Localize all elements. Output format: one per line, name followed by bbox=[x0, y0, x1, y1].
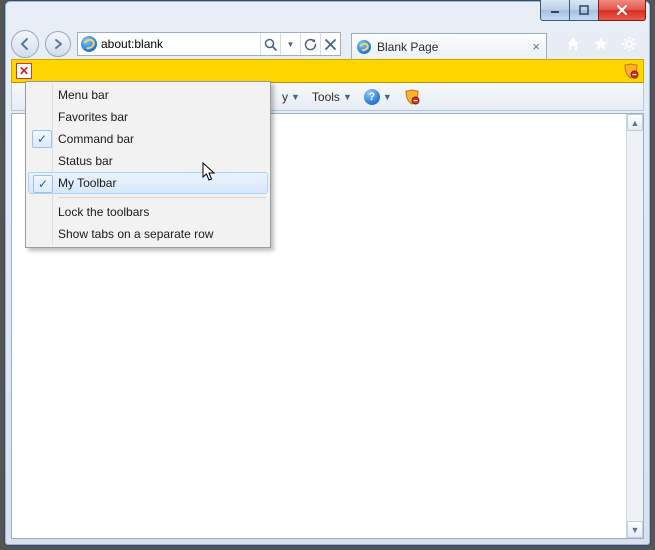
ctx-item-status-bar[interactable]: Status bar bbox=[28, 150, 268, 172]
command-bar-tools[interactable]: Tools ▼ bbox=[308, 88, 356, 106]
ctx-item-label: Favorites bar bbox=[58, 110, 128, 124]
minimize-button[interactable] bbox=[540, 0, 570, 21]
star-icon bbox=[593, 36, 609, 52]
command-bar-shield[interactable] bbox=[400, 87, 424, 107]
my-toolbar-close-button[interactable]: ✕ bbox=[16, 63, 32, 79]
tab-active[interactable]: Blank Page × bbox=[351, 33, 547, 59]
chevron-down-icon: ▼ bbox=[291, 92, 300, 102]
ctx-item-label: Menu bar bbox=[58, 88, 109, 102]
ctx-item-menu-bar[interactable]: Menu bar bbox=[28, 84, 268, 106]
refresh-button[interactable] bbox=[300, 33, 320, 55]
ctx-item-tabs-separate-row[interactable]: Show tabs on a separate row bbox=[28, 223, 268, 245]
caption-buttons bbox=[541, 0, 646, 29]
address-input[interactable] bbox=[101, 37, 256, 51]
ctx-item-my-toolbar[interactable]: ✓ My Toolbar bbox=[28, 172, 268, 194]
ctx-separator bbox=[58, 197, 266, 198]
shield-icon bbox=[404, 89, 420, 105]
home-button[interactable] bbox=[564, 35, 582, 53]
arrow-left-icon bbox=[18, 37, 32, 51]
maximize-button[interactable] bbox=[569, 0, 599, 21]
nav-row: ▼ Blank Page × bbox=[11, 29, 644, 59]
close-icon bbox=[616, 5, 628, 15]
tab-close-button[interactable]: × bbox=[532, 39, 540, 54]
favorites-button[interactable] bbox=[592, 35, 610, 53]
titlebar bbox=[5, 1, 650, 29]
arrow-right-icon bbox=[52, 38, 64, 50]
refresh-icon bbox=[304, 38, 317, 51]
ctx-item-label: My Toolbar bbox=[58, 176, 116, 190]
check-icon: ✓ bbox=[32, 130, 52, 148]
ctx-item-label: Lock the toolbars bbox=[58, 205, 149, 219]
ie-favicon-icon bbox=[357, 40, 371, 54]
shield-icon[interactable] bbox=[623, 63, 639, 79]
browser-window: ▼ Blank Page × bbox=[4, 0, 651, 546]
ctx-item-lock-toolbars[interactable]: Lock the toolbars bbox=[28, 201, 268, 223]
help-icon: ? bbox=[364, 89, 380, 105]
scroll-up-button[interactable]: ▲ bbox=[627, 114, 643, 131]
address-history-dropdown[interactable]: ▼ bbox=[280, 33, 300, 55]
tools-gear-button[interactable] bbox=[620, 35, 638, 53]
check-icon: ✓ bbox=[33, 175, 53, 193]
minimize-icon bbox=[550, 5, 560, 15]
ctx-item-label: Show tabs on a separate row bbox=[58, 227, 213, 241]
ie-logo-icon bbox=[81, 36, 97, 52]
command-bar-partial-item[interactable]: y ▼ bbox=[278, 88, 304, 106]
ctx-item-favorites-bar[interactable]: Favorites bar bbox=[28, 106, 268, 128]
tab-title: Blank Page bbox=[377, 40, 438, 54]
forward-button[interactable] bbox=[45, 31, 71, 57]
vertical-scrollbar[interactable]: ▲ ▼ bbox=[626, 114, 643, 538]
chevron-down-icon: ▼ bbox=[383, 92, 392, 102]
address-bar[interactable]: ▼ bbox=[77, 32, 341, 56]
search-button[interactable] bbox=[260, 33, 280, 55]
ctx-item-label: Status bar bbox=[58, 154, 113, 168]
stop-icon bbox=[325, 39, 336, 50]
command-bar-help[interactable]: ? ▼ bbox=[360, 87, 396, 107]
scroll-down-button[interactable]: ▼ bbox=[627, 521, 643, 538]
toolbar-context-menu: Menu bar Favorites bar ✓ Command bar Sta… bbox=[25, 81, 271, 248]
ctx-item-label: Command bar bbox=[58, 132, 134, 146]
titlebar-tools bbox=[564, 35, 638, 53]
chevron-down-icon: ▼ bbox=[343, 92, 352, 102]
back-button[interactable] bbox=[11, 30, 39, 58]
my-toolbar-band: ✕ bbox=[11, 59, 644, 83]
maximize-icon bbox=[579, 5, 589, 15]
search-icon bbox=[264, 38, 277, 51]
tab-strip: Blank Page × bbox=[351, 29, 558, 59]
home-icon bbox=[565, 36, 581, 52]
gear-icon bbox=[621, 36, 637, 52]
stop-button[interactable] bbox=[320, 33, 340, 55]
close-button[interactable] bbox=[598, 0, 646, 21]
ctx-item-command-bar[interactable]: ✓ Command bar bbox=[28, 128, 268, 150]
